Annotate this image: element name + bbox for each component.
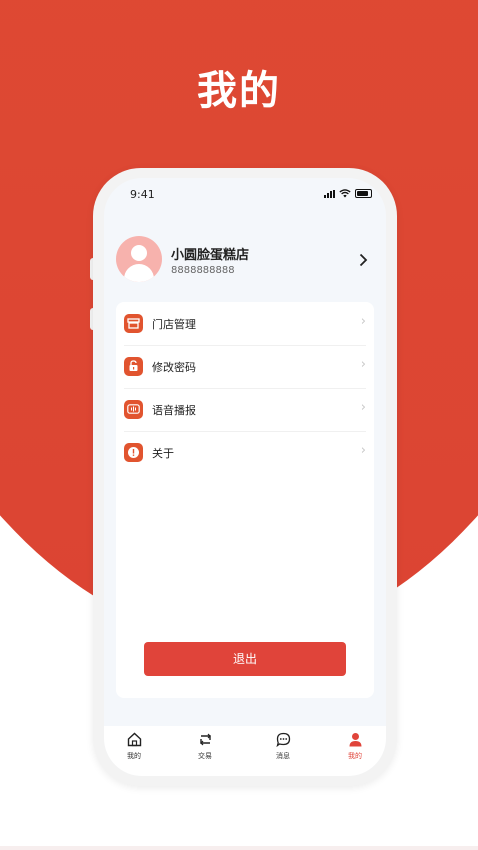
user-icon xyxy=(335,732,375,750)
logout-button[interactable]: 退出 xyxy=(144,642,346,676)
bottom-divider xyxy=(0,846,478,850)
menu-item-store-management[interactable]: 门店管理 › xyxy=(124,302,366,346)
avatar[interactable] xyxy=(116,236,162,282)
wifi-icon xyxy=(339,189,351,198)
menu-item-label: 语音播报 xyxy=(152,404,196,417)
message-icon xyxy=(263,732,303,750)
page-headline: 我的 xyxy=(197,68,281,114)
home-icon xyxy=(114,732,154,750)
tab-label: 交易 xyxy=(198,752,212,760)
tab-transactions[interactable]: 交易 xyxy=(185,732,225,761)
chevron-right-icon[interactable] xyxy=(359,252,368,271)
tab-bar: 我的 交易 消息 我的 xyxy=(104,726,386,776)
chevron-right-icon: › xyxy=(360,357,366,372)
info-icon xyxy=(124,443,143,462)
status-icons xyxy=(324,189,372,198)
menu-item-voice-broadcast[interactable]: 语音播报 › xyxy=(124,388,366,432)
battery-icon xyxy=(355,189,372,198)
tab-home[interactable]: 我的 xyxy=(114,732,154,761)
tab-label: 我的 xyxy=(348,752,362,760)
shop-name: 小圆脸蛋糕店 xyxy=(171,248,250,263)
menu-item-label: 修改密码 xyxy=(152,361,196,374)
exchange-icon xyxy=(185,732,225,750)
tab-mine[interactable]: 我的 xyxy=(335,732,375,761)
menu-item-label: 关于 xyxy=(152,447,174,460)
status-bar: 9:41 xyxy=(104,178,386,212)
unlock-icon xyxy=(124,357,143,376)
store-icon xyxy=(124,314,143,333)
tab-messages[interactable]: 消息 xyxy=(263,732,303,761)
menu-item-change-password[interactable]: 修改密码 › xyxy=(124,345,366,389)
phone-screen: 9:41 小圆脸蛋糕店 8888888888 门店管理 › 修改密码 › 语音播… xyxy=(104,178,386,776)
tab-label: 我的 xyxy=(127,752,141,760)
chevron-right-icon: › xyxy=(360,443,366,458)
menu-item-about[interactable]: 关于 › xyxy=(124,431,366,474)
tab-label: 消息 xyxy=(276,752,290,760)
signal-icon xyxy=(324,189,335,198)
chevron-right-icon: › xyxy=(360,314,366,329)
voice-icon xyxy=(124,400,143,419)
status-time: 9:41 xyxy=(130,188,155,201)
chevron-right-icon: › xyxy=(360,400,366,415)
shop-phone: 8888888888 xyxy=(171,265,235,276)
settings-card: 门店管理 › 修改密码 › 语音播报 › 关于 › xyxy=(116,302,374,698)
menu-item-label: 门店管理 xyxy=(152,318,196,331)
